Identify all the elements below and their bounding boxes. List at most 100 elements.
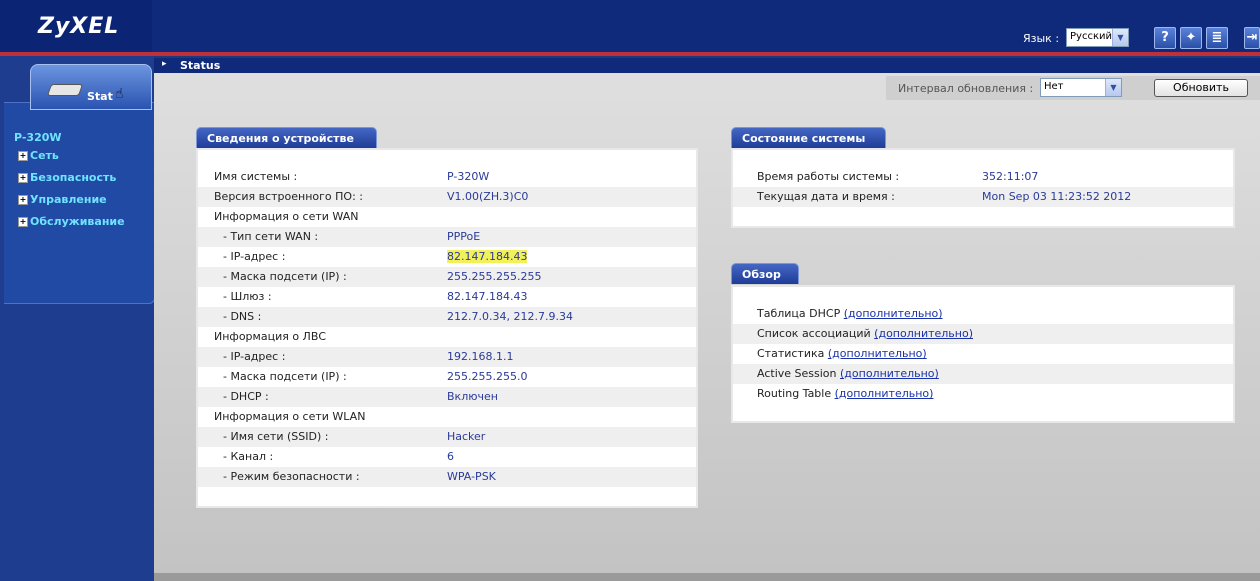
refresh-interval-label: Интервал обновления : — [898, 82, 1034, 95]
breadcrumb-title: Status — [180, 59, 221, 72]
overview-title: Обзор — [731, 263, 799, 284]
language-value: Русский — [1070, 31, 1112, 42]
refresh-button[interactable]: Обновить — [1154, 79, 1248, 97]
row-label: Версия встроенного ПО: : — [214, 190, 363, 203]
about-icon[interactable]: ≣ — [1206, 27, 1228, 49]
list-item: Список ассоциаций (дополнительно) — [733, 324, 1233, 344]
sidebar-tab-label: Stat — [87, 90, 113, 103]
row-value: 255.255.255.255 — [447, 270, 542, 283]
sidebar: Stat ☝ P-320W + Сеть + Безопасность + Управ… — [0, 56, 155, 581]
chevron-down-icon: ▼ — [1112, 29, 1128, 46]
table-row: - Маска подсети (IP) : 255.255.255.0 — [198, 367, 696, 387]
row-value: 212.7.0.34, 212.7.9.34 — [447, 310, 573, 323]
overview-item: Таблица DHCP (дополнительно) — [757, 307, 943, 320]
row-label: Имя системы : — [214, 170, 298, 183]
row-label: - Шлюз : — [223, 290, 272, 303]
row-value: PPPoE — [447, 230, 481, 243]
sidebar-tab-status[interactable]: Stat ☝ — [30, 64, 152, 110]
table-row: - Канал : 6 — [198, 447, 696, 467]
more-link[interactable]: (дополнительно) — [828, 347, 927, 360]
breadcrumb: ▸ Status — [154, 58, 1260, 73]
device-info-panel: Имя системы : P-320W Версия встроенного ПО… — [196, 148, 698, 508]
table-row: Текущая дата и время : Mon Sep 03 11:23:5… — [733, 187, 1233, 207]
row-label: - DNS : — [223, 310, 262, 323]
row-label: - Маска подсети (IP) : — [223, 370, 347, 383]
language-label: Язык : — [1023, 32, 1060, 45]
row-label: Информация о ЛВС — [214, 330, 327, 343]
row-label: - DHCP : — [223, 390, 269, 403]
overview-label: Routing Table — [757, 387, 832, 400]
overview-label: Active Session — [757, 367, 837, 380]
row-value: WPA-PSK — [447, 470, 496, 483]
row-value: P-320W — [447, 170, 490, 183]
bottom-scroll-area — [154, 573, 1260, 581]
device-model: P-320W — [14, 131, 62, 144]
system-status-panel: Время работы системы : 352:11:07 Текущая д… — [731, 148, 1235, 228]
table-row: - IP-адрес : 82.147.184.43 — [198, 247, 696, 267]
row-value: 82.147.184.43 — [447, 290, 528, 303]
list-item: Routing Table (дополнительно) — [733, 384, 1233, 404]
expand-icon: + — [18, 195, 28, 205]
overview-item: Active Session (дополнительно) — [757, 367, 939, 380]
overview-label: Статистика — [757, 347, 825, 360]
row-label: Текущая дата и время : — [757, 190, 895, 203]
pointer-cursor-icon: ☝ — [115, 86, 124, 102]
row-label: - Канал : — [223, 450, 274, 463]
more-link[interactable]: (дополнительно) — [840, 367, 939, 380]
table-row: Версия встроенного ПО: : V1.00(ZH.3)C0 — [198, 187, 696, 207]
table-row: - Тип сети WAN : PPPoE — [198, 227, 696, 247]
list-item: Статистика (дополнительно) — [733, 344, 1233, 364]
overview-panel: Таблица DHCP (дополнительно) Список ассоц… — [731, 285, 1235, 423]
sidebar-item-management[interactable]: + Управление — [18, 193, 107, 206]
logout-icon[interactable]: ⇥ — [1244, 27, 1260, 49]
table-row: - IP-адрес : 192.168.1.1 — [198, 347, 696, 367]
header-divider — [0, 52, 1260, 56]
row-label: - Тип сети WAN : — [223, 230, 319, 243]
row-label: - Режим безопасности : — [223, 470, 360, 483]
row-value: V1.00(ZH.3)C0 — [447, 190, 529, 203]
refresh-interval-select[interactable]: Нет ▼ — [1040, 78, 1122, 97]
more-link[interactable]: (дополнительно) — [844, 307, 943, 320]
wizard-icon[interactable]: ✦ — [1180, 27, 1202, 49]
row-label: Время работы системы : — [757, 170, 900, 183]
system-status-title: Состояние системы — [731, 127, 886, 148]
table-row: Время работы системы : 352:11:07 — [733, 167, 1233, 187]
logo-area: ZyXEL — [0, 0, 152, 52]
refresh-interval-value: Нет — [1044, 81, 1064, 92]
row-label: - Имя сети (SSID) : — [223, 430, 329, 443]
row-value: Hacker — [447, 430, 486, 443]
chevron-down-icon: ▼ — [1105, 79, 1121, 96]
table-row: - Режим безопасности : WPA-PSK — [198, 467, 696, 487]
row-label: - Маска подсети (IP) : — [223, 270, 347, 283]
list-item: Таблица DHCP (дополнительно) — [733, 304, 1233, 324]
table-row: Имя системы : P-320W — [198, 167, 696, 187]
more-link[interactable]: (дополнительно) — [874, 327, 973, 340]
row-label: Информация о сети WLAN — [214, 410, 366, 423]
table-row: Информация о ЛВС — [198, 327, 696, 347]
more-link[interactable]: (дополнительно) — [835, 387, 934, 400]
zyxel-logo: ZyXEL — [38, 14, 120, 39]
help-icon[interactable]: ? — [1154, 27, 1176, 49]
overview-item: Список ассоциаций (дополнительно) — [757, 327, 973, 340]
overview-item: Статистика (дополнительно) — [757, 347, 927, 360]
router-icon — [46, 84, 84, 96]
row-value: Mon Sep 03 11:23:52 2012 — [982, 190, 1132, 203]
table-row: - Шлюз : 82.147.184.43 — [198, 287, 696, 307]
table-row: Информация о сети WAN — [198, 207, 696, 227]
sidebar-item-security[interactable]: + Безопасность — [18, 171, 116, 184]
row-value: 255.255.255.0 — [447, 370, 528, 383]
device-info-title: Сведения о устройстве — [196, 127, 377, 148]
table-row: Информация о сети WLAN — [198, 407, 696, 427]
language-select[interactable]: Русский ▼ — [1066, 28, 1129, 47]
overview-label: Список ассоциаций — [757, 327, 871, 340]
row-label: - IP-адрес : — [223, 350, 286, 363]
expand-icon: + — [18, 173, 28, 183]
table-row: - Имя сети (SSID) : Hacker — [198, 427, 696, 447]
table-row: - Маска подсети (IP) : 255.255.255.255 — [198, 267, 696, 287]
row-value: Включен — [447, 390, 498, 403]
sidebar-item-maintenance[interactable]: + Обслуживание — [18, 215, 125, 228]
expand-icon: + — [18, 217, 28, 227]
sidebar-item-network[interactable]: + Сеть — [18, 149, 59, 162]
overview-item: Routing Table (дополнительно) — [757, 387, 933, 400]
row-label: - IP-адрес : — [223, 250, 286, 263]
